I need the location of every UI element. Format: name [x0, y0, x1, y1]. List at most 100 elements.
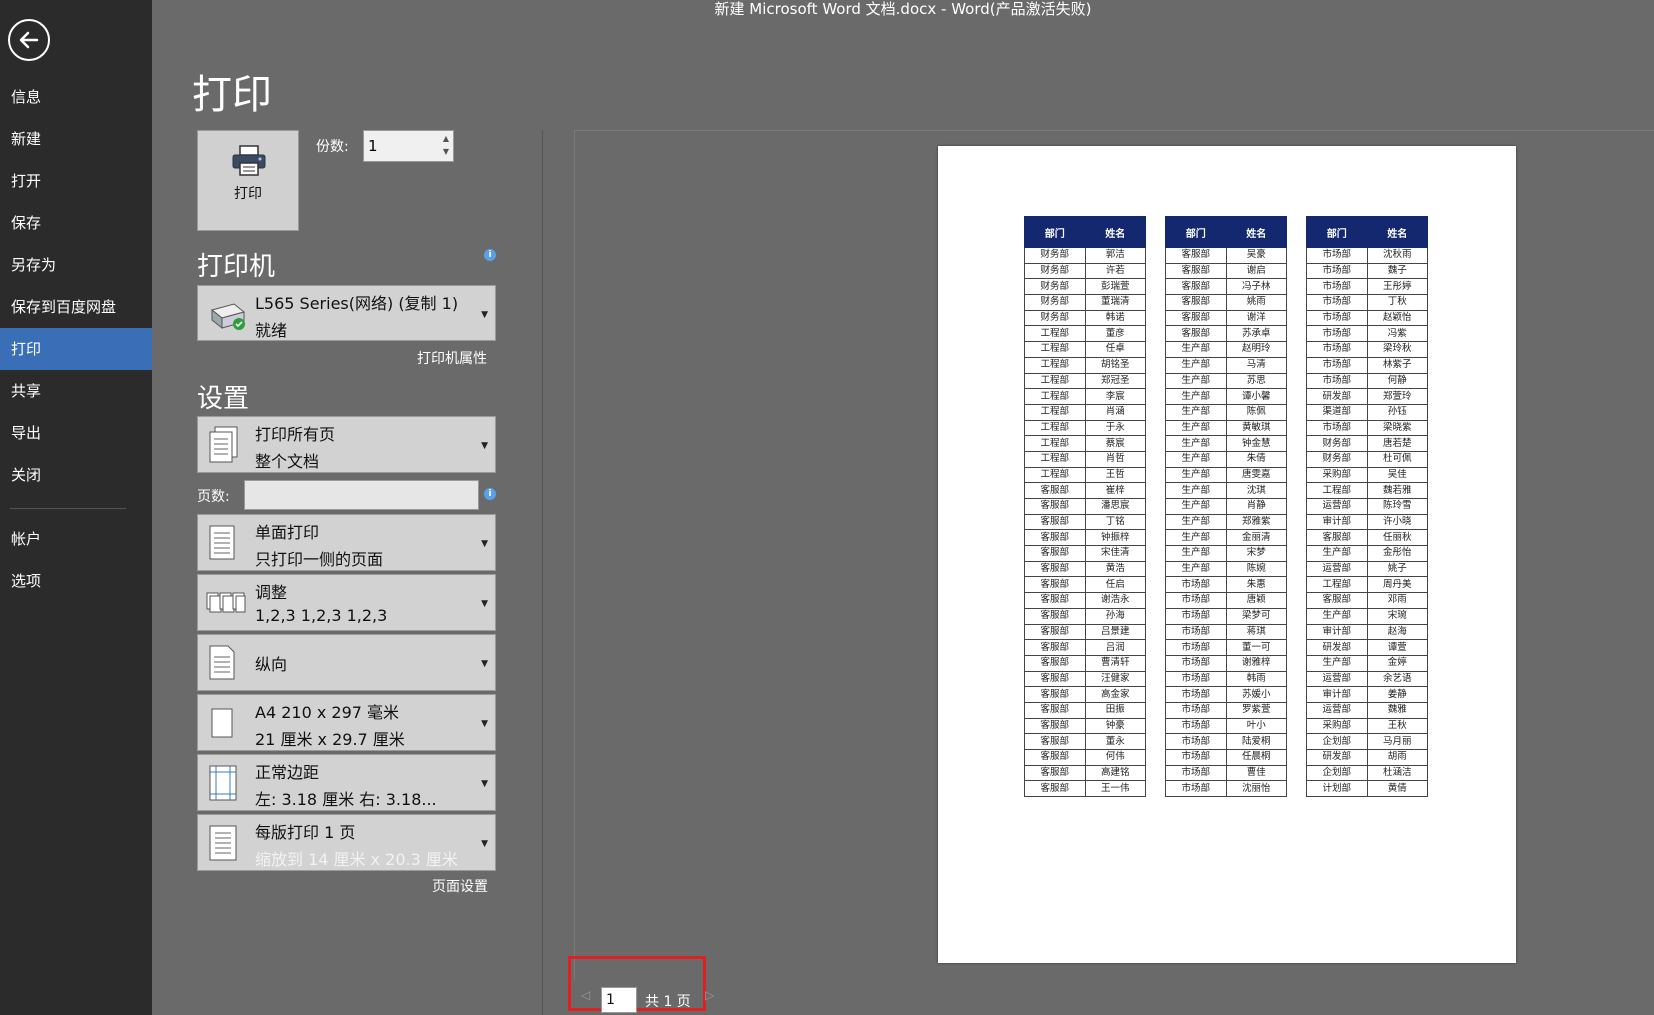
sidebar-item-save-as[interactable]: 另存为 [0, 244, 152, 286]
printer-status: 就绪 [255, 321, 288, 340]
sidebar-item-save[interactable]: 保存 [0, 202, 152, 244]
copies-decrement-icon[interactable]: ▼ [443, 147, 449, 156]
table-row: 市场部 唐颖 [1165, 592, 1287, 609]
name-cell: 魏若雅 [1366, 482, 1428, 499]
table-row: 客服部 曹清轩 [1024, 654, 1146, 672]
name-cell: 马清 [1225, 356, 1287, 374]
name-cell: 唐雯嘉 [1225, 466, 1287, 484]
table-row: 工程部 周丹美 [1306, 576, 1428, 594]
back-arrow-icon[interactable] [8, 19, 50, 61]
sidebar-item-share[interactable]: 共享 [0, 370, 152, 412]
name-cell: 任晨桐 [1225, 749, 1287, 766]
table-row: 客服部 汪健家 [1024, 670, 1146, 688]
table-row: 工程部 肖涵 [1024, 403, 1146, 421]
sidebar-item-close[interactable]: 关闭 [0, 454, 152, 496]
name-cell: 丁铭 [1084, 513, 1146, 531]
pages-per-sheet-dropdown[interactable]: 每版打印 1 页 缩放到 14 厘米 x 20.3 厘米 ▼ [197, 814, 496, 871]
department-cell: 采购部 [1306, 717, 1368, 735]
sidebar-item-new[interactable]: 新建 [0, 118, 152, 160]
name-cell: 田振 [1084, 701, 1146, 719]
page-total: 共 1 页 [645, 994, 691, 1010]
info-icon[interactable]: i [484, 488, 496, 500]
name-cell: 宋梦 [1225, 545, 1287, 562]
name-cell: 董一可 [1225, 639, 1287, 656]
orientation-dropdown[interactable]: 纵向 ▼ [197, 634, 496, 691]
name-cell: 钟豪 [1084, 717, 1146, 735]
table-row: 运营部 余艺语 [1306, 670, 1428, 688]
sides-detail: 只打印一侧的页面 [255, 550, 384, 569]
table-row: 市场部 陆爱桐 [1165, 733, 1287, 750]
department-cell: 生产部 [1165, 388, 1227, 405]
print-button[interactable]: 打印 [197, 130, 299, 231]
table-row: 客服部 高建铭 [1024, 764, 1146, 782]
department-cell: 客服部 [1024, 576, 1086, 594]
name-cell: 姚子 [1366, 560, 1428, 578]
table-row: 生产部 宋梦 [1165, 545, 1287, 562]
department-cell: 客服部 [1024, 623, 1086, 641]
name-cell: 孙钰 [1366, 403, 1428, 421]
copies-increment-icon[interactable]: ▲ [443, 134, 449, 143]
department-cell: 客服部 [1165, 247, 1227, 264]
sidebar-item-export[interactable]: 导出 [0, 412, 152, 454]
printer-device-icon [210, 303, 246, 330]
table-row: 客服部 冯子林 [1165, 278, 1287, 296]
printer-properties-link[interactable]: 打印机属性 [417, 348, 487, 368]
collate-dropdown[interactable]: 调整 1,2,3 1,2,3 1,2,3 ▼ [197, 574, 496, 631]
name-cell: 马月丽 [1366, 733, 1428, 750]
pages-per-sheet-detail: 缩放到 14 厘米 x 20.3 厘米 [255, 850, 458, 869]
name-cell: 任卓 [1084, 341, 1146, 358]
sidebar-item-account[interactable]: 帐户 [0, 518, 152, 560]
table-row: 采购部 吴佳 [1306, 466, 1428, 484]
table-row: 客服部 姚雨 [1165, 294, 1287, 311]
department-cell: 财务部 [1024, 278, 1086, 296]
name-cell: 曹佳 [1225, 764, 1287, 782]
sidebar-item-save-baidu[interactable]: 保存到百度网盘 [0, 286, 152, 328]
sides-dropdown[interactable]: 单面打印 只打印一侧的页面 ▼ [197, 514, 496, 571]
page-setup-link[interactable]: 页面设置 [432, 876, 488, 896]
department-cell: 审计部 [1306, 623, 1368, 641]
paper-size-dropdown[interactable]: A4 210 x 297 毫米 21 厘米 x 29.7 厘米 ▼ [197, 694, 496, 751]
name-cell: 郑雅紫 [1225, 513, 1287, 531]
department-cell: 客服部 [1024, 513, 1086, 531]
table-row: 客服部 丁铭 [1024, 513, 1146, 531]
name-cell: 沈秋雨 [1366, 247, 1428, 264]
info-icon[interactable]: i [484, 249, 496, 261]
print-range-dropdown[interactable]: 打印所有页 整个文档 ▼ [197, 416, 496, 473]
name-cell: 宋佳清 [1084, 545, 1146, 562]
previous-page-icon[interactable]: ◁ [581, 988, 590, 1002]
name-cell: 钟金慧 [1225, 435, 1287, 452]
table-row: 财务部 郭洁 [1024, 247, 1146, 264]
department-cell: 生产部 [1165, 341, 1227, 358]
copies-input[interactable] [368, 135, 434, 157]
name-cell: 陈佩 [1225, 403, 1287, 421]
printer-dropdown[interactable]: L565 Series(网络) (复制 1) 就绪 ▼ [197, 285, 496, 341]
name-cell: 任丽秋 [1366, 529, 1428, 547]
name-cell: 高金家 [1084, 686, 1146, 703]
department-cell: 客服部 [1024, 686, 1086, 703]
department-cell: 客服部 [1306, 529, 1368, 547]
department-cell: 研发部 [1306, 639, 1368, 656]
margins-title: 正常边距 [255, 763, 320, 782]
table-row: 工程部 董彦 [1024, 325, 1146, 343]
sidebar-item-info[interactable]: 信息 [0, 76, 152, 118]
table-row: 运营部 陈玲雪 [1306, 498, 1428, 515]
name-cell: 许小晓 [1366, 513, 1428, 531]
department-cell: 生产部 [1165, 560, 1227, 578]
name-cell: 黄浩 [1084, 560, 1146, 578]
sidebar-item-print[interactable]: 打印 [0, 328, 152, 370]
sidebar-item-open[interactable]: 打开 [0, 160, 152, 202]
sidebar-item-options[interactable]: 选项 [0, 560, 152, 602]
current-page-input[interactable]: 1 [601, 987, 637, 1013]
department-cell: 运营部 [1306, 670, 1368, 688]
department-cell: 客服部 [1024, 749, 1086, 766]
table-row: 客服部 任启 [1024, 576, 1146, 594]
table-row: 生产部 金婷 [1306, 654, 1428, 672]
table-row: 客服部 任丽秋 [1306, 529, 1428, 547]
table-row: 生产部 马清 [1165, 356, 1287, 374]
pages-input[interactable] [244, 480, 479, 510]
department-cell: 财务部 [1024, 247, 1086, 264]
department-cell: 工程部 [1024, 341, 1086, 358]
margins-dropdown[interactable]: 正常边距 左: 3.18 厘米 右: 3.18... ▼ [197, 754, 496, 811]
department-cell: 工程部 [1024, 419, 1086, 437]
next-page-icon[interactable]: ▷ [705, 988, 714, 1002]
